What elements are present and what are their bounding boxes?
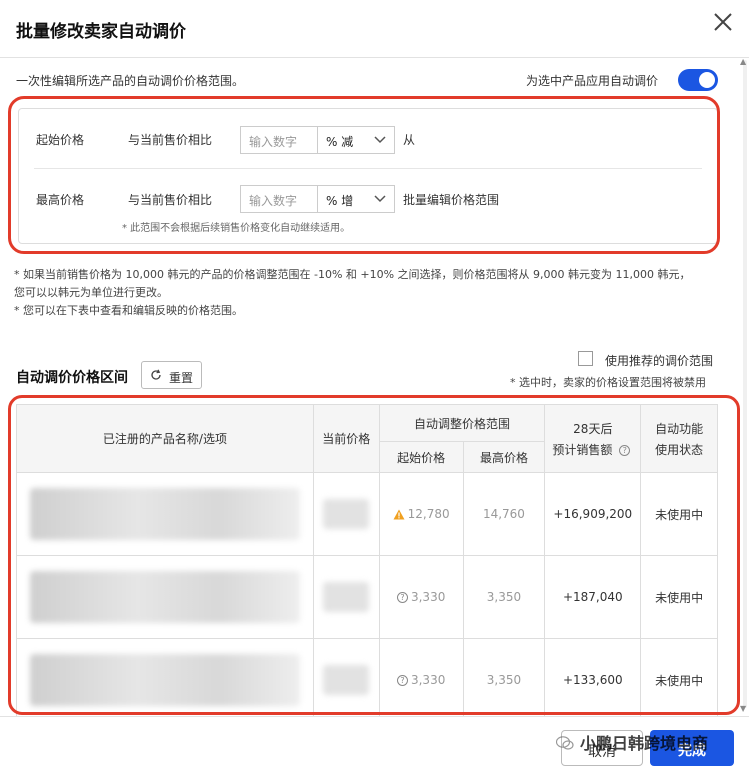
auto-adjust-toggle[interactable] — [678, 69, 718, 91]
range-note: * 此范围不会根据后续销售价格变化自动继续适用。 — [122, 223, 351, 234]
help-note-line: * 您可以在下表中查看和编辑反映的价格范围。 — [14, 304, 243, 317]
range-highlight-frame — [8, 96, 720, 254]
recommended-range-note: * 选中时，卖家的价格设置范围将被禁用 — [510, 376, 706, 389]
start-price-label: 起始价格 — [36, 133, 85, 147]
wechat-icon — [556, 736, 574, 750]
start-percent-input[interactable]: 输入数字 — [240, 126, 318, 154]
max-suffix: 批量编辑价格范围 — [403, 193, 500, 207]
intro-text: 一次性编辑所选产品的自动调价价格范围。 — [16, 74, 245, 88]
scroll-up-icon[interactable]: ▲ — [740, 57, 746, 66]
max-price-label: 最高价格 — [36, 193, 85, 207]
range-divider — [34, 168, 702, 169]
auto-adjust-toggle-label: 为选中产品应用自动调价 — [526, 74, 659, 88]
max-percent-input[interactable]: 输入数字 — [240, 185, 318, 213]
start-direction-value: % 减 — [326, 135, 354, 149]
scrollbar-track[interactable] — [743, 60, 747, 708]
help-notes: * 如果当前销售价格为 10,000 韩元的产品的价格调整范围在 -10% 和 … — [14, 266, 691, 320]
watermark-text: 小鹏日韩跨境电商 — [580, 734, 709, 753]
recommended-range-label: 使用推荐的调价范围 — [605, 354, 714, 368]
dialog-header: 批量修改卖家自动调价 — [0, 0, 749, 58]
reset-button[interactable]: 重置 — [141, 361, 202, 389]
help-note-line: * 如果当前销售价格为 10,000 韩元的产品的价格调整范围在 -10% 和 … — [14, 268, 691, 281]
start-suffix: 从 — [403, 133, 416, 147]
dialog-title: 批量修改卖家自动调价 — [16, 22, 186, 42]
close-icon[interactable] — [711, 10, 735, 34]
toggle-knob — [699, 72, 715, 88]
recommended-range-checkbox[interactable] — [578, 351, 593, 366]
chevron-down-icon — [374, 195, 386, 203]
max-compare-label: 与当前售价相比 — [128, 193, 213, 207]
reset-button-label: 重置 — [169, 371, 194, 385]
max-direction-select[interactable]: % 增 — [317, 185, 395, 213]
start-compare-label: 与当前售价相比 — [128, 133, 213, 147]
max-direction-value: % 增 — [326, 194, 354, 208]
scroll-down-icon[interactable]: ▼ — [740, 704, 746, 713]
table-highlight-frame — [8, 395, 740, 715]
refresh-icon — [151, 369, 161, 380]
start-direction-select[interactable]: % 减 — [317, 126, 395, 154]
help-note-line: 您可以以韩元为单位进行更改。 — [14, 286, 168, 299]
chevron-down-icon — [374, 136, 386, 144]
price-range-section-title: 自动调价价格区间 — [16, 370, 128, 386]
